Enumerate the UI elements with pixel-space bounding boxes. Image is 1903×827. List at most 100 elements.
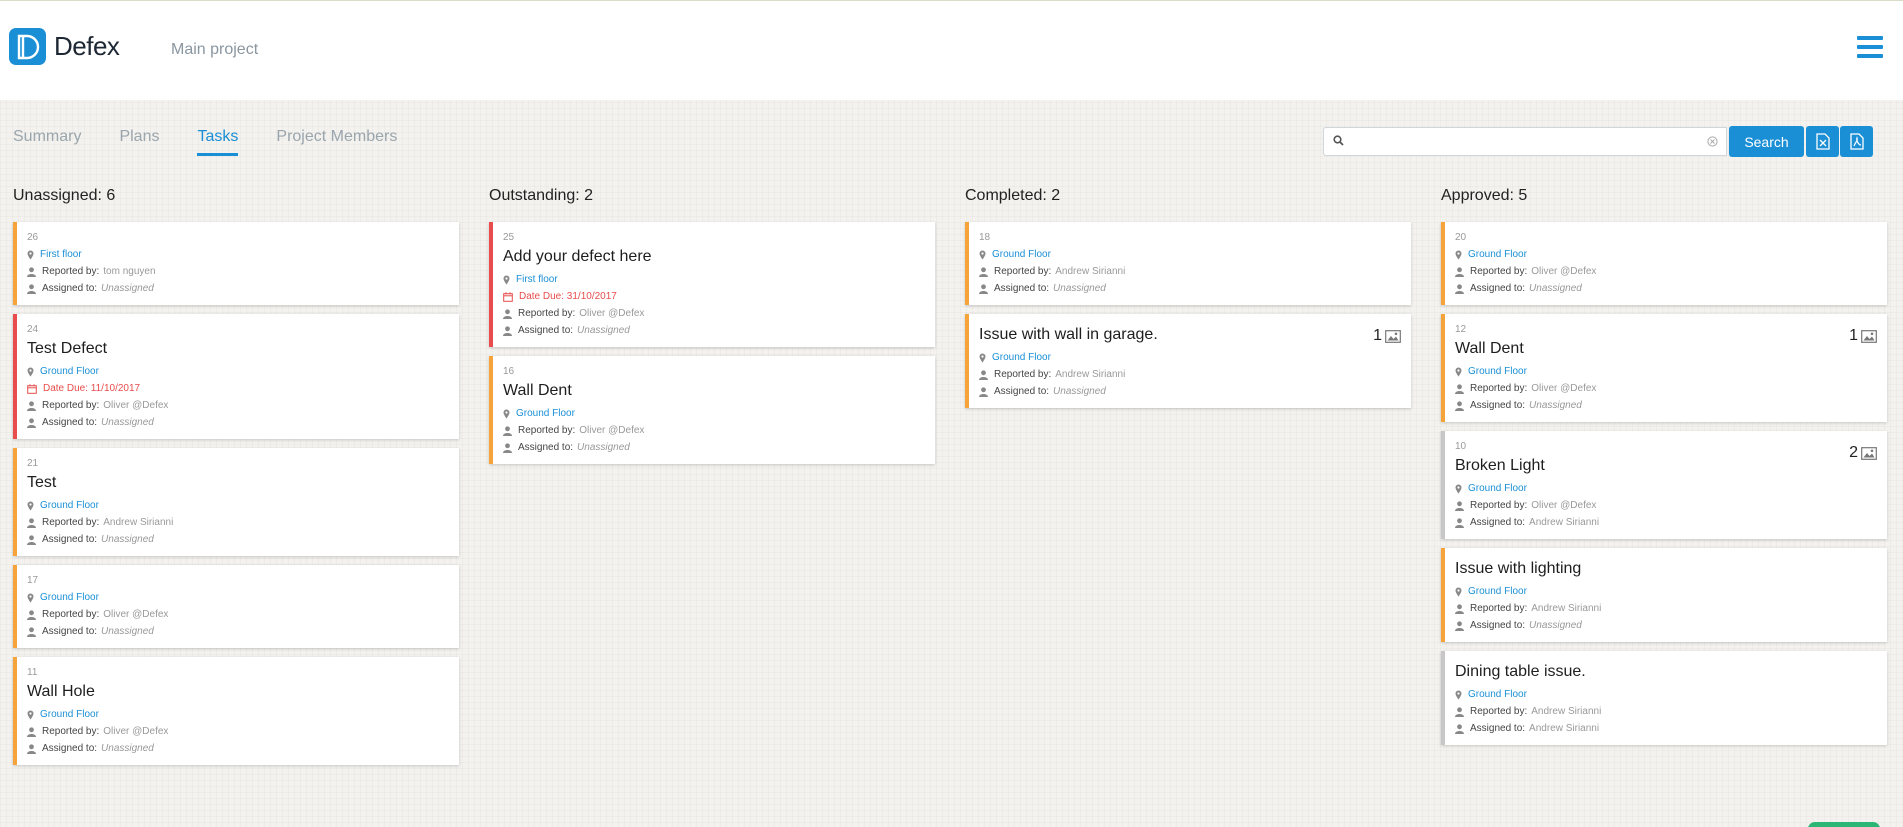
user-icon <box>1455 723 1464 734</box>
task-card[interactable]: 18 Ground Floor Reported by: Andrew Siriann… <box>965 222 1411 305</box>
help-button[interactable] <box>1808 822 1880 827</box>
reported-by-value: Oliver @Defex <box>1531 383 1597 394</box>
task-card[interactable]: 25 Add your defect here First floor Date Du… <box>489 222 935 347</box>
task-reporter: Reported by: tom nguyen <box>27 263 447 280</box>
reported-by-value: Andrew Sirianni <box>1055 266 1126 277</box>
assigned-to-value: Unassigned <box>577 442 630 453</box>
task-reporter: Reported by: Andrew Sirianni <box>27 514 447 531</box>
location-link[interactable]: Ground Floor <box>40 589 99 606</box>
search-box <box>1323 127 1727 156</box>
task-location: Ground Floor <box>27 497 447 514</box>
search-icon <box>1333 135 1344 146</box>
tab-summary[interactable]: Summary <box>13 128 81 156</box>
task-card[interactable]: 16 Wall Dent Ground Floor Reported by: Olive… <box>489 356 935 464</box>
task-assignee: Assigned to: Unassigned <box>27 280 447 297</box>
reported-by-label: Reported by: <box>1470 706 1528 717</box>
task-assignee: Assigned to: Andrew Sirianni <box>1455 514 1875 531</box>
search-input[interactable] <box>1350 131 1700 152</box>
task-card[interactable]: Issue with lighting Ground Floor Reported … <box>1441 548 1887 642</box>
reported-by-value: Oliver @Defex <box>579 308 645 319</box>
task-reporter: Reported by: Oliver @Defex <box>27 397 447 414</box>
task-card[interactable]: Dining table issue. Ground Floor Reported … <box>1441 651 1887 745</box>
task-title: Broken Light <box>1455 457 1545 474</box>
task-reporter: Reported by: Oliver @Defex <box>1455 380 1875 397</box>
location-link[interactable]: Ground Floor <box>40 706 99 723</box>
reported-by-value: tom nguyen <box>103 266 156 277</box>
task-title: Add your defect here <box>503 248 652 265</box>
assigned-to-label: Assigned to: <box>42 283 98 294</box>
task-assignee: Assigned to: Unassigned <box>1455 617 1875 634</box>
location-link[interactable]: Ground Floor <box>40 363 99 380</box>
task-due-date: Date Due: 11/10/2017 <box>27 380 447 397</box>
task-card[interactable]: 1 12 Wall Dent Ground Floor Reported by: Oliv… <box>1441 314 1887 422</box>
user-icon <box>27 534 36 545</box>
task-title: Issue with lighting <box>1455 560 1582 577</box>
menu-icon[interactable] <box>1857 36 1883 60</box>
tab-project-members[interactable]: Project Members <box>276 128 397 156</box>
location-link[interactable]: Ground Floor <box>992 246 1051 263</box>
location-link[interactable]: First floor <box>40 246 82 263</box>
reported-by-label: Reported by: <box>994 369 1052 380</box>
reported-by-value: Andrew Sirianni <box>1531 706 1602 717</box>
reported-by-value: Oliver @Defex <box>1531 500 1597 511</box>
assigned-to-value: Unassigned <box>1053 386 1106 397</box>
task-title: Wall Hole <box>27 683 95 700</box>
clear-search-icon[interactable] <box>1707 136 1718 147</box>
assigned-to-value: Unassigned <box>1529 283 1582 294</box>
assigned-to-label: Assigned to: <box>42 743 98 754</box>
location-link[interactable]: Ground Floor <box>516 405 575 422</box>
reported-by-label: Reported by: <box>518 308 576 319</box>
location-link[interactable]: Ground Floor <box>40 497 99 514</box>
export-excel-button[interactable] <box>1806 126 1839 157</box>
user-icon <box>1455 383 1464 394</box>
task-location: Ground Floor <box>1455 480 1875 497</box>
reported-by-value: Oliver @Defex <box>1531 266 1597 277</box>
task-card[interactable]: 20 Ground Floor Reported by: Oliver @Defex A… <box>1441 222 1887 305</box>
reported-by-label: Reported by: <box>1470 500 1528 511</box>
location-link[interactable]: Ground Floor <box>1468 583 1527 600</box>
user-icon <box>27 743 36 754</box>
user-icon <box>979 266 988 277</box>
reported-by-label: Reported by: <box>42 726 100 737</box>
column-title: Approved: 5 <box>1441 187 1528 204</box>
task-location: Ground Floor <box>1455 583 1875 600</box>
location-link[interactable]: Ground Floor <box>992 349 1051 366</box>
task-card[interactable]: 24 Test Defect Ground Floor Date Due: 11/10… <box>13 314 459 439</box>
task-card[interactable]: 11 Wall Hole Ground Floor Reported by: Olive… <box>13 657 459 765</box>
location-pin-icon <box>27 593 34 602</box>
defex-logo-icon <box>9 28 46 65</box>
task-card[interactable]: 17 Ground Floor Reported by: Oliver @Defex A… <box>13 565 459 648</box>
location-link[interactable]: Ground Floor <box>1468 480 1527 497</box>
user-icon <box>979 369 988 380</box>
location-pin-icon <box>503 409 510 418</box>
reported-by-label: Reported by: <box>42 266 100 277</box>
task-card[interactable]: 26 First floor Reported by: tom nguyen Assig… <box>13 222 459 305</box>
task-assignee: Assigned to: Unassigned <box>27 740 447 757</box>
reported-by-label: Reported by: <box>42 517 100 528</box>
user-icon <box>27 283 36 294</box>
location-link[interactable]: Ground Floor <box>1468 686 1527 703</box>
task-location: Ground Floor <box>503 405 923 422</box>
search-button[interactable]: Search <box>1729 126 1804 157</box>
task-location: Ground Floor <box>27 589 447 606</box>
location-link[interactable]: First floor <box>516 271 558 288</box>
task-number: 26 <box>27 232 39 243</box>
user-icon <box>1455 706 1464 717</box>
task-card[interactable]: 1 Issue with wall in garage. Ground Floor R… <box>965 314 1411 408</box>
assigned-to-label: Assigned to: <box>518 325 574 336</box>
task-card[interactable]: 21 Test Ground Floor Reported by: Andrew Sir… <box>13 448 459 556</box>
logo[interactable]: Defex <box>9 28 120 65</box>
task-number: 24 <box>27 324 39 335</box>
user-icon <box>503 442 512 453</box>
tab-tasks[interactable]: Tasks <box>197 128 239 156</box>
task-title: Dining table issue. <box>1455 663 1586 680</box>
task-location: Ground Floor <box>979 349 1399 366</box>
tab-plans[interactable]: Plans <box>119 128 159 156</box>
user-icon <box>27 517 36 528</box>
location-link[interactable]: Ground Floor <box>1468 246 1527 263</box>
assigned-to-value: Unassigned <box>101 283 154 294</box>
location-link[interactable]: Ground Floor <box>1468 363 1527 380</box>
export-pdf-button[interactable] <box>1840 126 1873 157</box>
task-assignee: Assigned to: Unassigned <box>27 531 447 548</box>
task-card[interactable]: 2 10 Broken Light Ground Floor Reported by: O… <box>1441 431 1887 539</box>
